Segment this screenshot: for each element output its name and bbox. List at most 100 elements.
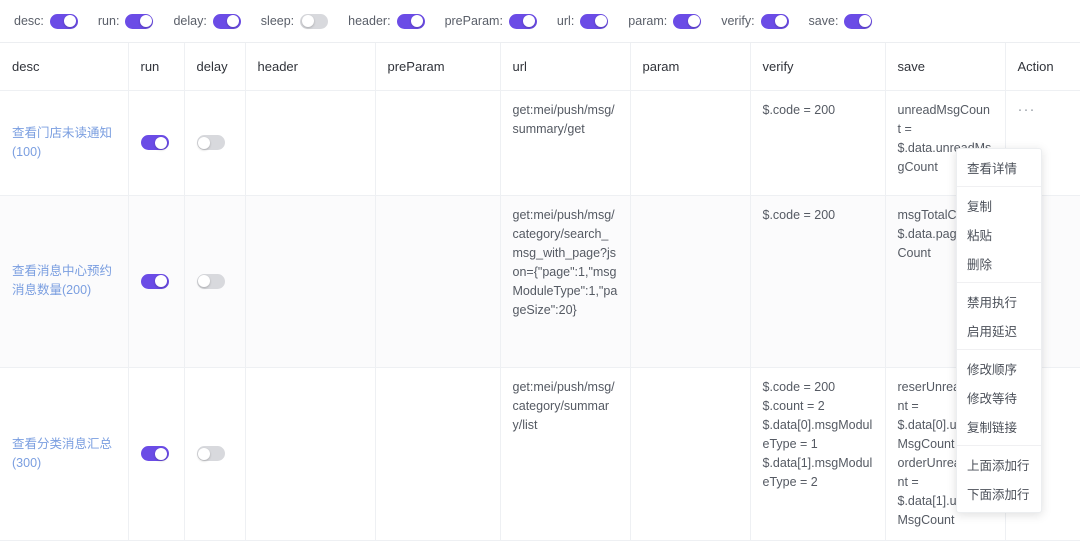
cell-run[interactable] <box>128 90 185 196</box>
menu-item[interactable]: 上面添加行 <box>957 450 1041 479</box>
column-header-verify[interactable]: verify <box>750 43 886 91</box>
toggle-switch-save[interactable] <box>844 13 873 29</box>
cell-verify-text: $.code = 200 <box>763 206 873 225</box>
column-header-param[interactable]: param <box>630 43 751 91</box>
row-more-actions-icon[interactable]: ··· <box>1018 101 1036 118</box>
column-header-header[interactable]: header <box>245 43 376 91</box>
text-line: $.data[0].msgModuleType = 1 <box>762 417 873 451</box>
text-line: get:mei/push/msg/category/search_msg_wit… <box>512 207 618 317</box>
cell-param[interactable] <box>630 195 751 368</box>
cell-preparam[interactable] <box>375 90 501 196</box>
cell-verify-text: $.code = 200 <box>763 101 873 120</box>
toggle-group-delay[interactable]: delay: <box>173 13 241 29</box>
menu-item[interactable]: 复制链接 <box>957 412 1041 441</box>
column-header-action[interactable]: Action <box>1005 43 1080 91</box>
toggle-group-run[interactable]: run: <box>97 13 154 29</box>
column-header-save[interactable]: save <box>885 43 1006 91</box>
cell-url[interactable]: get:mei/push/msg/category/summary/list <box>500 367 631 541</box>
desc-link[interactable]: 查看消息中心预约消息数量(200) <box>12 264 112 297</box>
switch-knob <box>687 15 700 27</box>
cell-desc[interactable]: 查看门店未读通知(100) <box>0 90 129 196</box>
switch-knob <box>523 15 536 27</box>
text-line: $.count = 2 <box>762 398 825 413</box>
cell-header[interactable] <box>245 367 376 541</box>
cell-verify[interactable]: $.code = 200 $.count = 2 $.data[0].msgModu… <box>750 367 886 541</box>
cell-desc[interactable]: 查看消息中心预约消息数量(200) <box>0 195 129 368</box>
menu-item[interactable]: 删除 <box>957 249 1041 278</box>
menu-item[interactable]: 修改等待 <box>957 383 1041 412</box>
row-run-switch[interactable] <box>140 273 169 289</box>
row-run-switch[interactable] <box>140 446 169 461</box>
toggle-switch-run[interactable] <box>125 13 154 29</box>
cell-verify[interactable]: $.code = 200 <box>750 90 886 196</box>
toggle-group-header[interactable]: header: <box>348 13 425 29</box>
cell-url[interactable]: get:mei/push/msg/summary/get <box>500 90 631 196</box>
column-header-delay[interactable]: delay <box>184 43 246 91</box>
column-header-preparam[interactable]: preParam <box>375 43 501 91</box>
toggle-group-preparam[interactable]: preParam: <box>445 13 537 29</box>
toggle-label: param: <box>628 14 668 28</box>
row-delay-switch[interactable] <box>196 273 225 289</box>
table-row[interactable]: 查看消息中心预约消息数量(200) get:mei/push/msg/catego… <box>0 195 1080 368</box>
toggle-switch-delay[interactable] <box>212 13 241 29</box>
cell-preparam[interactable] <box>375 195 501 368</box>
toggle-group-desc[interactable]: desc: <box>14 13 78 29</box>
switch-knob <box>594 15 607 27</box>
cell-verify[interactable]: $.code = 200 <box>750 195 886 368</box>
menu-item[interactable]: 启用延迟 <box>957 316 1041 345</box>
row-delay-switch[interactable] <box>196 446 225 461</box>
toggle-label: delay: <box>173 14 207 28</box>
cell-url-text: get:mei/push/msg/category/summary/list <box>513 378 618 435</box>
switch-knob <box>64 15 77 27</box>
menu-item[interactable]: 修改顺序 <box>957 354 1041 383</box>
toggle-switch-url[interactable] <box>580 13 609 29</box>
cell-delay[interactable] <box>184 367 246 541</box>
menu-item[interactable]: 粘贴 <box>957 220 1041 249</box>
cell-param[interactable] <box>630 367 751 541</box>
column-header-run[interactable]: run <box>128 43 185 91</box>
toggle-switch-verify[interactable] <box>760 13 789 29</box>
toggle-switch-header[interactable] <box>396 13 425 29</box>
cell-run[interactable] <box>128 195 185 368</box>
switch-knob <box>301 15 314 27</box>
switch-knob <box>198 275 210 287</box>
table-row[interactable]: 查看门店未读通知(100) get:mei/push/msg/summary/ge… <box>0 90 1080 196</box>
desc-link[interactable]: 查看门店未读通知(100) <box>12 126 112 159</box>
cell-preparam[interactable] <box>375 367 501 541</box>
toggle-group-url[interactable]: url: <box>557 13 609 29</box>
cell-header[interactable] <box>245 195 376 368</box>
switch-knob <box>155 275 167 287</box>
menu-item[interactable]: 下面添加行 <box>957 479 1041 508</box>
menu-item[interactable]: 复制 <box>957 191 1041 220</box>
cell-verify-text: $.code = 200 $.count = 2 $.data[0].msgModu… <box>763 378 873 492</box>
toggle-label: run: <box>97 14 120 28</box>
cell-param[interactable] <box>630 90 751 196</box>
switch-knob <box>227 15 240 27</box>
table-row[interactable]: 查看分类消息汇总(300) get:mei/push/msg/category/s… <box>0 367 1080 541</box>
row-delay-switch[interactable] <box>196 135 225 150</box>
toggle-group-param[interactable]: param: <box>628 13 702 29</box>
menu-item[interactable]: 查看详情 <box>957 153 1041 182</box>
table-header-row: desc run delay header preParam url param… <box>0 43 1080 91</box>
menu-separator <box>957 445 1041 446</box>
row-run-switch[interactable] <box>140 135 169 150</box>
menu-item[interactable]: 禁用执行 <box>957 287 1041 316</box>
menu-separator <box>957 186 1041 187</box>
column-header-url[interactable]: url <box>500 43 631 91</box>
toggle-switch-desc[interactable] <box>49 13 78 29</box>
cell-delay[interactable] <box>184 90 246 196</box>
cell-run[interactable] <box>128 367 185 541</box>
desc-link[interactable]: 查看分类消息汇总(300) <box>12 437 112 470</box>
toggle-switch-sleep[interactable] <box>300 13 329 29</box>
row-context-menu[interactable]: 查看详情复制 粘贴 删除禁用执行 启用延迟修改顺序 修改等待 复制链接上面添加行 下面添加行 <box>956 148 1042 513</box>
cell-desc[interactable]: 查看分类消息汇总(300) <box>0 367 129 541</box>
toggle-group-save[interactable]: save: <box>809 13 873 29</box>
toggle-switch-param[interactable] <box>673 13 702 29</box>
cell-header[interactable] <box>245 90 376 196</box>
column-header-desc[interactable]: desc <box>0 43 129 91</box>
cell-delay[interactable] <box>184 195 246 368</box>
toggle-group-sleep[interactable]: sleep: <box>261 13 329 29</box>
toggle-group-verify[interactable]: verify: <box>721 13 789 29</box>
toggle-switch-preparam[interactable] <box>508 13 537 29</box>
cell-url[interactable]: get:mei/push/msg/category/search_msg_wit… <box>500 195 631 368</box>
